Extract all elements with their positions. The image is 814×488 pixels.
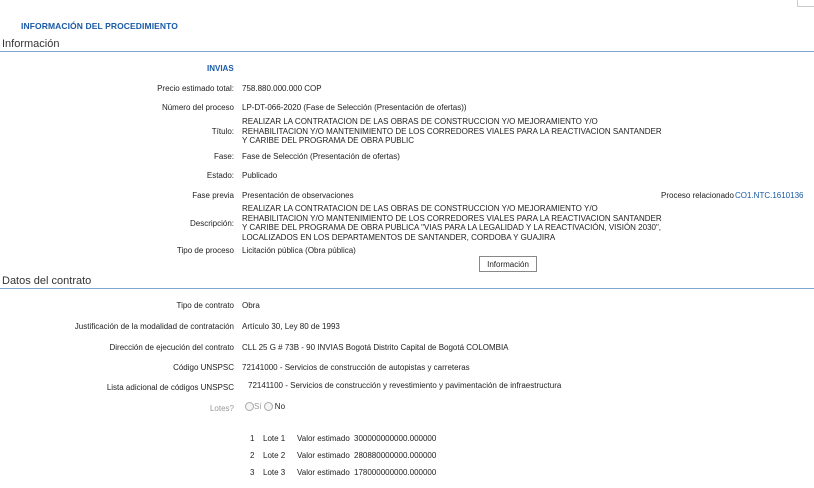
estado-label: Estado:	[206, 171, 234, 180]
unspsc-label: Código UNSPSC	[173, 363, 234, 372]
lote-row: 2 Lote 2 Valor estimado 280880000000.000000	[250, 451, 436, 460]
fase-previa-value: Presentación de observaciones	[242, 191, 354, 200]
lote-row: 1 Lote 1 Valor estimado 300000000000.000000	[250, 434, 436, 443]
tipo-contrato-value: Obra	[242, 301, 260, 310]
direccion-label: Dirección de ejecución del contrato	[109, 343, 234, 352]
numero-proceso-label: Número del proceso	[161, 103, 234, 112]
lotes-options: Sí No	[245, 402, 286, 412]
titulo-label: Título:	[211, 127, 234, 136]
fase-label: Fase:	[213, 152, 234, 161]
lote-valor-label: Valor estimado	[297, 468, 350, 477]
window-corner-control[interactable]	[797, 0, 814, 7]
precio-label: Precio estimado total:	[157, 84, 234, 93]
lote-name: Lote 2	[263, 451, 286, 460]
section-title-contrato: Datos del contrato	[2, 275, 92, 287]
lote-valor: 280880000000.000000	[354, 451, 437, 460]
precio-value: 758.880.000.000 COP	[242, 84, 322, 93]
numero-proceso-value: LP-DT-066-2020 (Fase de Selección (Prese…	[242, 103, 467, 112]
lote-valor-label: Valor estimado	[297, 451, 350, 460]
lotes-si-label: Sí	[254, 402, 262, 411]
section-title-informacion: Información	[2, 38, 60, 50]
lista-unspsc-value: 72141100 - Servicios de construcción y r…	[248, 381, 562, 390]
justificacion-value: Artículo 30, Ley 80 de 1993	[242, 322, 340, 331]
tipo-proceso-label: Tipo de proceso	[176, 246, 234, 255]
tipo-contrato-label: Tipo de contrato	[176, 301, 234, 310]
lote-valor: 178000000000.000000	[354, 468, 437, 477]
titulo-value: REALIZAR LA CONTRATACION DE LAS OBRAS DE…	[242, 117, 662, 145]
entity-name: INVIAS	[207, 64, 234, 73]
section-divider	[0, 288, 814, 289]
lista-unspsc-label: Lista adicional de códigos UNSPSC	[106, 383, 234, 392]
tipo-proceso-value: Licitación pública (Obra pública)	[242, 246, 356, 255]
estado-value: Publicado	[242, 171, 278, 180]
descripcion-value: REALIZAR LA CONTRATACION DE LAS OBRAS DE…	[242, 204, 662, 242]
fase-previa-label: Fase previa	[192, 191, 234, 200]
lotes-label: Lotes?	[209, 404, 234, 413]
fase-value: Fase de Selección (Presentación de ofert…	[242, 152, 400, 161]
proceso-relacionado-label: Proceso relacionado	[661, 191, 734, 200]
lotes-no-radio[interactable]	[263, 402, 273, 412]
lote-row: 3 Lote 3 Valor estimado 178000000000.000000	[250, 468, 436, 477]
lotes-si-radio[interactable]	[245, 402, 254, 412]
lote-valor: 300000000000.000000	[354, 434, 437, 443]
proceso-relacionado-link[interactable]: CO1.NTC.1610136	[735, 191, 803, 200]
lote-valor-label: Valor estimado	[297, 434, 350, 443]
section-divider	[0, 51, 814, 52]
descripcion-label: Descripción:	[189, 219, 234, 228]
informacion-button[interactable]: Información	[479, 256, 537, 272]
lote-number: 3	[250, 468, 255, 477]
direccion-value: CLL 25 G # 73B - 90 INVIAS Bogotá Distri…	[242, 343, 509, 352]
page-title: INFORMACIÓN DEL PROCEDIMIENTO	[21, 21, 179, 31]
justificacion-label: Justificación de la modalidad de contrat…	[74, 322, 234, 331]
unspsc-value: 72141000 - Servicios de construcción de …	[242, 363, 470, 372]
lotes-no-label: No	[274, 402, 286, 411]
lote-name: Lote 1	[263, 434, 286, 443]
lote-number: 1	[250, 434, 255, 443]
lote-name: Lote 3	[263, 468, 286, 477]
lote-number: 2	[250, 451, 255, 460]
